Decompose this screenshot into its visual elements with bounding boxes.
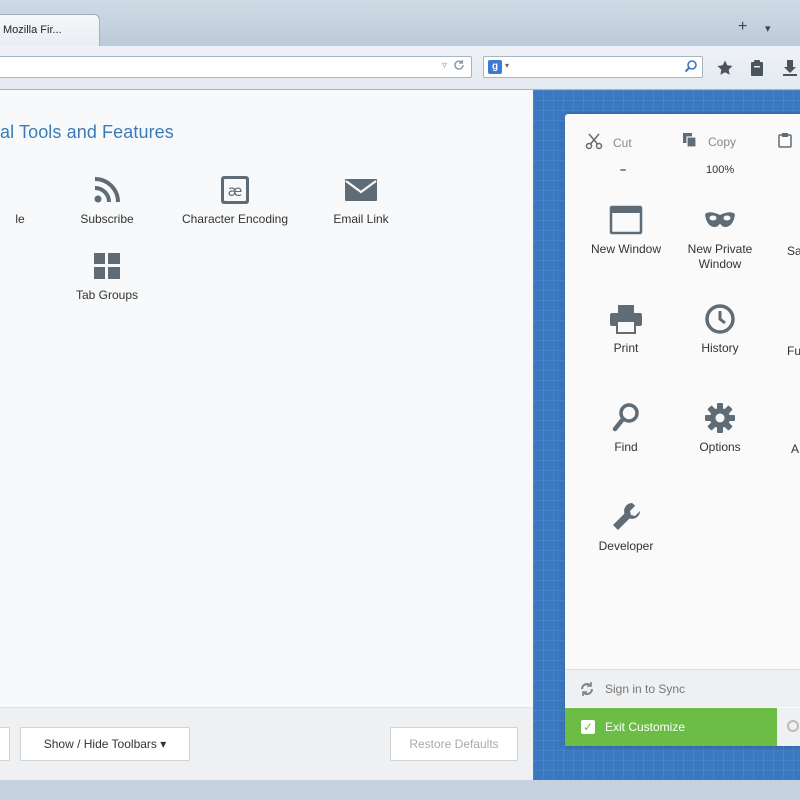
tool-subscribe[interactable]: Subscribe	[42, 172, 172, 226]
tool-character-encoding[interactable]: æ Character Encoding	[170, 172, 300, 226]
tool-email-link[interactable]: Email Link	[296, 172, 426, 226]
search-engine-icon[interactable]: g	[488, 60, 502, 74]
customize-footer: Show / Hide Toolbars ▾ Restore Defaults	[0, 707, 533, 780]
restore-defaults-button[interactable]: Restore Defaults	[390, 727, 518, 761]
tab-groups-icon	[42, 248, 172, 284]
help-area	[777, 708, 800, 746]
item-label: New Private Window	[687, 242, 753, 271]
reload-icon[interactable]	[453, 59, 465, 74]
new-tab-icon[interactable]: +	[738, 18, 747, 36]
browser-tab[interactable]: Mozilla Fir...	[0, 14, 100, 46]
zoom-controls: – 100%	[565, 164, 800, 182]
print-button[interactable]: Print	[578, 299, 674, 356]
exit-customize-label: Exit Customize	[605, 720, 686, 734]
show-hide-toolbars-button[interactable]: Show / Hide Toolbars ▾	[20, 727, 190, 761]
new-window-button[interactable]: New Window	[578, 200, 674, 257]
developer-button[interactable]: Developer	[578, 497, 674, 554]
printer-icon	[578, 299, 674, 339]
menu-panel: Cut Copy – 100% New Window New Private W…	[565, 114, 800, 746]
character-encoding-icon: æ	[170, 172, 300, 208]
edit-controls: Cut Copy	[565, 126, 800, 156]
item-label: New Window	[590, 242, 662, 256]
tool-label: Tab Groups	[75, 288, 139, 302]
tab-list-icon[interactable]: ▾	[765, 22, 771, 35]
search-engine-dropdown-icon[interactable]: ▾	[505, 61, 509, 70]
bookmark-star-icon[interactable]	[716, 59, 734, 82]
item-label: History	[701, 341, 739, 355]
save-page-partial-label[interactable]: Sa	[787, 244, 800, 258]
new-private-window-button[interactable]: New Private Window	[672, 200, 768, 272]
cut-label: Cut	[613, 135, 632, 150]
rss-icon	[42, 172, 172, 208]
exit-customize-button[interactable]: ✓ Exit Customize	[565, 708, 777, 746]
url-history-dropdown-icon[interactable]: ▿	[442, 60, 447, 71]
customize-workspace: al Tools and Features le Subscribe æ Cha…	[0, 90, 533, 780]
paste-icon	[778, 132, 792, 151]
downloads-icon[interactable]	[782, 59, 798, 82]
svg-text:æ: æ	[228, 182, 243, 200]
search-go-icon[interactable]	[684, 59, 698, 78]
wrench-icon	[578, 497, 674, 537]
workspace-title: al Tools and Features	[0, 122, 174, 142]
search-bar[interactable]: g ▾	[483, 56, 703, 78]
url-bar[interactable]: ▿	[0, 56, 472, 78]
cut-button[interactable]: Cut	[585, 132, 632, 153]
item-label: Developer	[598, 539, 654, 553]
options-button[interactable]: Options	[672, 398, 768, 455]
add-ons-partial-label[interactable]: A	[791, 442, 799, 456]
item-label: Print	[613, 341, 639, 355]
sign-in-sync-label: Sign in to Sync	[605, 682, 686, 696]
history-button[interactable]: History	[672, 299, 768, 356]
new-window-icon	[578, 200, 674, 240]
zoom-out-button[interactable]: –	[620, 164, 626, 176]
tool-label: Character Encoding	[181, 212, 289, 226]
gear-icon	[672, 398, 768, 438]
partial-footer-button[interactable]	[0, 727, 10, 761]
checkmark-icon: ✓	[581, 720, 595, 734]
copy-icon	[682, 132, 698, 151]
copy-label: Copy	[708, 134, 737, 149]
tool-tab-groups[interactable]: Tab Groups	[42, 248, 172, 302]
help-icon[interactable]	[787, 720, 799, 732]
scissors-icon	[585, 132, 603, 153]
bookmarks-menu-icon[interactable]	[749, 59, 765, 82]
item-label: Options	[699, 440, 741, 454]
sync-icon	[579, 681, 595, 700]
tab-title: Mozilla Fir...	[3, 24, 62, 36]
clock-icon	[672, 299, 768, 339]
mask-icon	[672, 200, 768, 240]
navigation-toolbar: ▿ g ▾	[0, 46, 800, 90]
paste-button[interactable]	[778, 132, 792, 151]
tool-label: Subscribe	[80, 212, 134, 226]
window-bottom-edge	[0, 780, 800, 800]
find-button[interactable]: Find	[578, 398, 674, 455]
zoom-reset-button[interactable]: 100%	[706, 164, 734, 176]
title-bar: Mozilla Fir... + ▾	[0, 0, 800, 46]
tool-label: Email Link	[333, 212, 389, 226]
item-label: Find	[614, 440, 638, 454]
copy-button[interactable]: Copy	[682, 132, 736, 151]
sync-footer[interactable]: Sign in to Sync	[565, 669, 800, 707]
magnifier-icon	[578, 398, 674, 438]
full-screen-partial-label[interactable]: Fu	[787, 344, 800, 358]
envelope-icon	[296, 172, 426, 208]
